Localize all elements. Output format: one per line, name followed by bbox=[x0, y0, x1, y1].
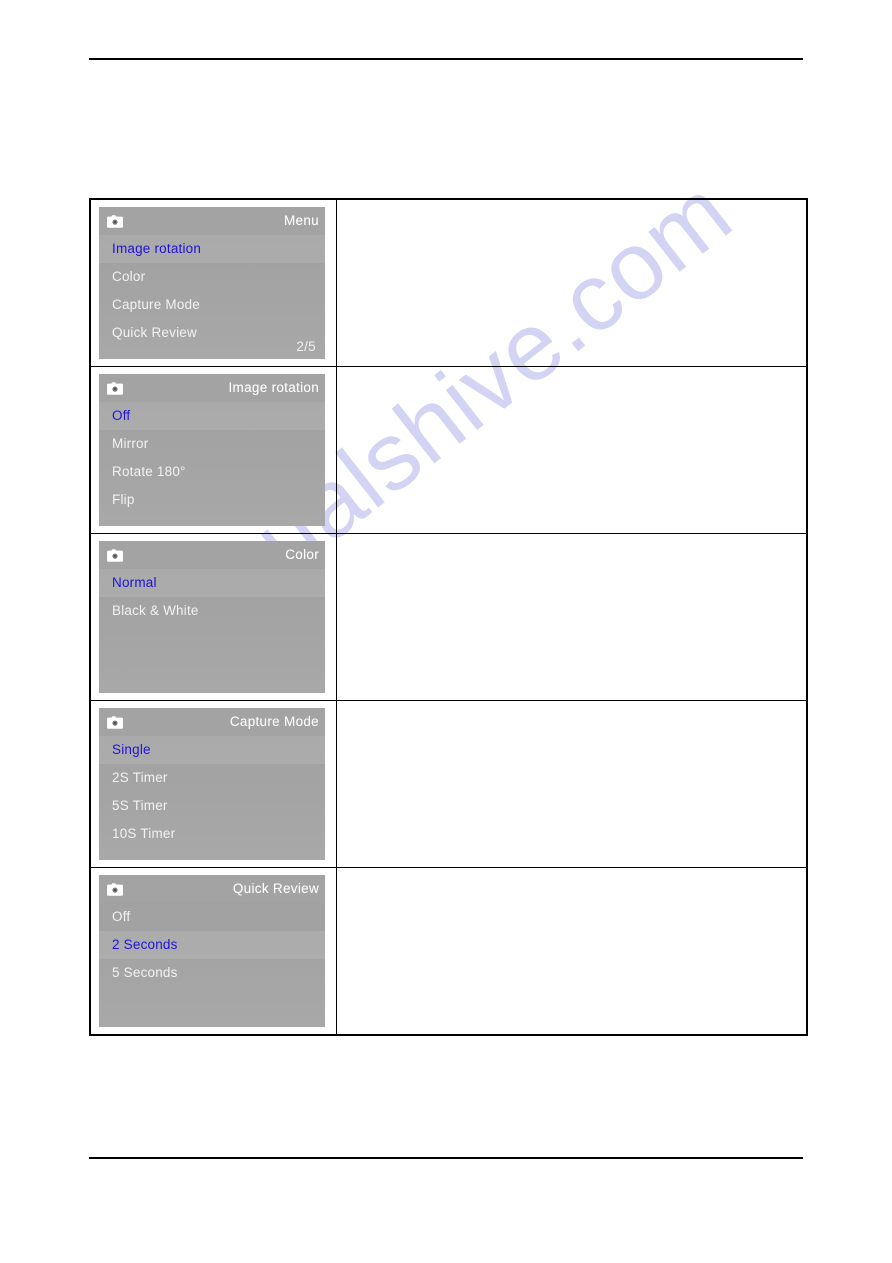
page-header-rule bbox=[89, 58, 803, 60]
camera-lcd-screen: Image rotation Off Mirror Rotate 180° Flip bbox=[99, 374, 325, 526]
menu-screens-table: Menu Image rotation Color Capture Mode Quick… bbox=[89, 198, 808, 1036]
description-text bbox=[337, 701, 806, 866]
lcd-title: Capture Mode bbox=[229, 714, 319, 730]
lcd-title: Color bbox=[285, 547, 319, 563]
lcd-menu-list: Image rotation Color Capture Mode Quick Rev… bbox=[99, 235, 325, 347]
camera-icon bbox=[106, 214, 125, 229]
lcd-menu-item[interactable]: Capture Mode bbox=[99, 291, 325, 319]
screen-cell: Quick Review Off 2 Seconds 5 Seconds bbox=[89, 867, 337, 1036]
lcd-menu-list: Off Mirror Rotate 180° Flip bbox=[99, 402, 325, 514]
page-footer-rule bbox=[89, 1157, 803, 1159]
screen-cell: Image rotation Off Mirror Rotate 180° Flip bbox=[89, 366, 337, 534]
lcd-menu-item-selected[interactable]: Image rotation bbox=[99, 235, 325, 263]
description-text bbox=[337, 200, 806, 365]
table-row: Color Normal Black & White bbox=[89, 533, 808, 701]
lcd-header: Color bbox=[99, 541, 325, 569]
screen-cell-inner: Quick Review Off 2 Seconds 5 Seconds bbox=[91, 868, 336, 1034]
lcd-header: Menu bbox=[99, 207, 325, 235]
table-row: Quick Review Off 2 Seconds 5 Seconds bbox=[89, 867, 808, 1036]
description-cell bbox=[336, 700, 808, 868]
lcd-menu-list: Single 2S Timer 5S Timer 10S Timer bbox=[99, 736, 325, 848]
screen-cell: Capture Mode Single 2S Timer 5S Timer 10S Ti… bbox=[89, 700, 337, 868]
lcd-menu-item[interactable]: Black & White bbox=[99, 597, 325, 625]
lcd-menu-item[interactable]: Quick Review bbox=[99, 319, 325, 347]
camera-icon bbox=[106, 715, 125, 730]
lcd-page-indicator: 2/5 bbox=[296, 339, 316, 354]
camera-icon bbox=[106, 882, 125, 897]
lcd-menu-item[interactable]: 2S Timer bbox=[99, 764, 325, 792]
description-text bbox=[337, 534, 806, 699]
table-row: Capture Mode Single 2S Timer 5S Timer 10S Ti… bbox=[89, 700, 808, 868]
camera-icon bbox=[106, 381, 125, 396]
lcd-header: Image rotation bbox=[99, 374, 325, 402]
screen-cell: Menu Image rotation Color Capture Mode Quick… bbox=[89, 198, 337, 367]
lcd-menu-item[interactable]: Off bbox=[99, 903, 325, 931]
lcd-menu-item[interactable]: Flip bbox=[99, 486, 325, 514]
description-cell bbox=[336, 366, 808, 534]
description-cell bbox=[336, 867, 808, 1036]
lcd-title: Menu bbox=[284, 213, 319, 229]
lcd-header: Capture Mode bbox=[99, 708, 325, 736]
screen-cell-inner: Capture Mode Single 2S Timer 5S Timer 10S Ti… bbox=[91, 701, 336, 867]
lcd-menu-item-selected[interactable]: Single bbox=[99, 736, 325, 764]
document-page: manualshive.com Menu Image rotation Color C… bbox=[0, 0, 892, 1263]
description-cell bbox=[336, 533, 808, 701]
table-row: Image rotation Off Mirror Rotate 180° Flip bbox=[89, 366, 808, 534]
lcd-menu-list: Normal Black & White bbox=[99, 569, 325, 625]
description-cell bbox=[336, 198, 808, 367]
lcd-menu-item[interactable]: 10S Timer bbox=[99, 820, 325, 848]
description-text bbox=[337, 367, 806, 532]
table-row: Menu Image rotation Color Capture Mode Quick… bbox=[89, 198, 808, 367]
lcd-menu-item[interactable]: Rotate 180° bbox=[99, 458, 325, 486]
camera-lcd-screen: Menu Image rotation Color Capture Mode Quick… bbox=[99, 207, 325, 359]
lcd-menu-item-selected[interactable]: 2 Seconds bbox=[99, 931, 325, 959]
lcd-menu-item-selected[interactable]: Normal bbox=[99, 569, 325, 597]
lcd-menu-item[interactable]: 5 Seconds bbox=[99, 959, 325, 987]
camera-icon bbox=[106, 548, 125, 563]
camera-lcd-screen: Quick Review Off 2 Seconds 5 Seconds bbox=[99, 875, 325, 1027]
lcd-menu-item[interactable]: Color bbox=[99, 263, 325, 291]
screen-cell-inner: Color Normal Black & White bbox=[91, 534, 336, 700]
lcd-menu-item[interactable]: Mirror bbox=[99, 430, 325, 458]
lcd-menu-list: Off 2 Seconds 5 Seconds bbox=[99, 903, 325, 987]
screen-cell-inner: Menu Image rotation Color Capture Mode Quick… bbox=[91, 200, 336, 366]
lcd-title: Image rotation bbox=[228, 380, 319, 396]
lcd-menu-item[interactable]: 5S Timer bbox=[99, 792, 325, 820]
lcd-title: Quick Review bbox=[232, 881, 319, 897]
screen-cell: Color Normal Black & White bbox=[89, 533, 337, 701]
lcd-menu-item-selected[interactable]: Off bbox=[99, 402, 325, 430]
screen-cell-inner: Image rotation Off Mirror Rotate 180° Flip bbox=[91, 367, 336, 533]
description-text bbox=[337, 868, 806, 1033]
camera-lcd-screen: Color Normal Black & White bbox=[99, 541, 325, 693]
lcd-header: Quick Review bbox=[99, 875, 325, 903]
camera-lcd-screen: Capture Mode Single 2S Timer 5S Timer 10S Ti… bbox=[99, 708, 325, 860]
